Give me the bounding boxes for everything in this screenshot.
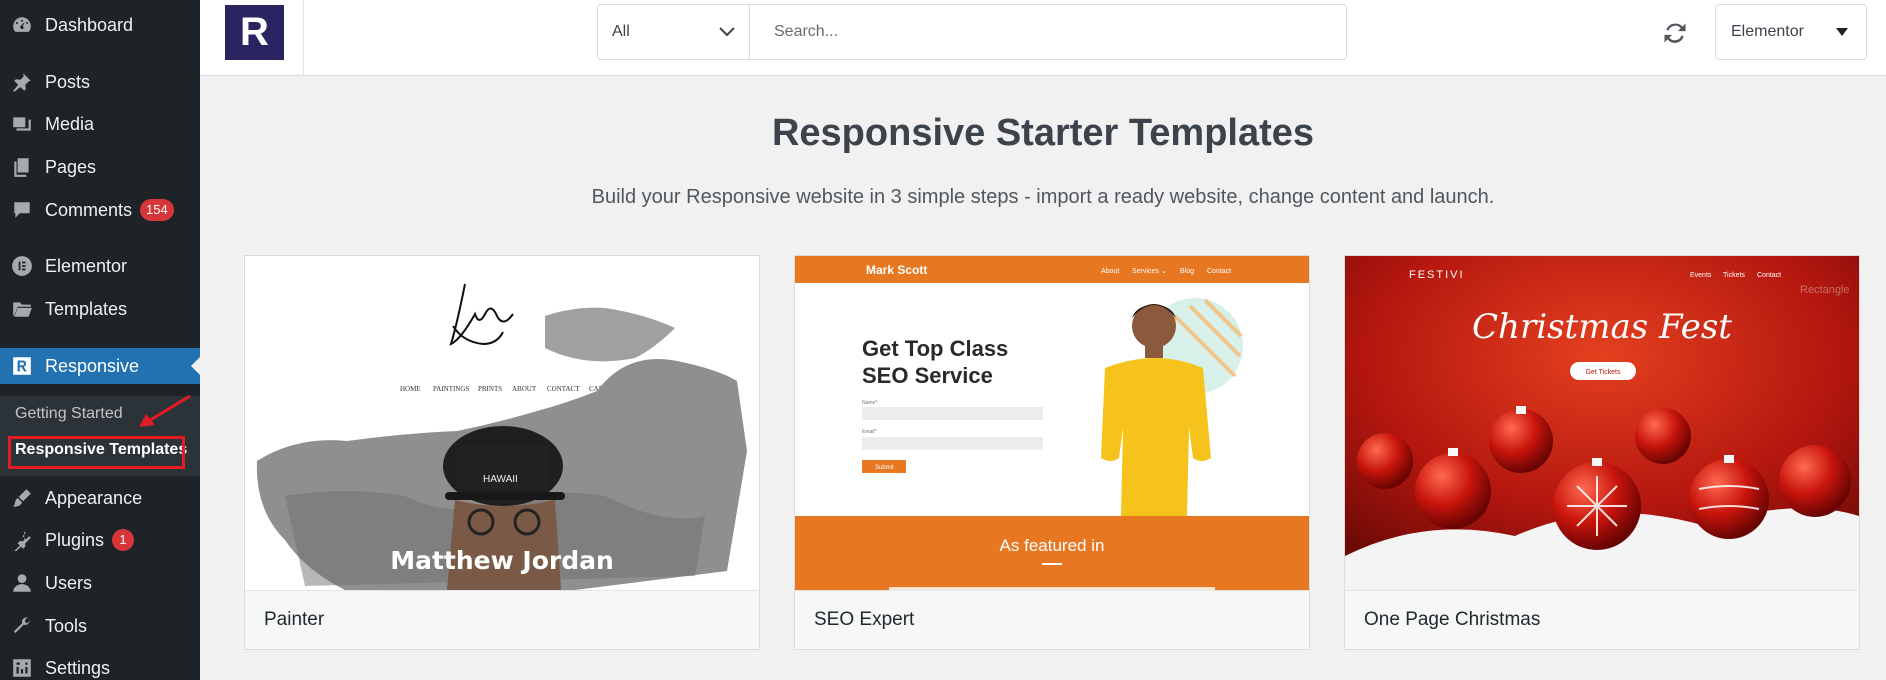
painter-hero-name: Matthew Jordan xyxy=(390,546,614,575)
folder-icon xyxy=(10,297,34,321)
responsive-logo[interactable]: R xyxy=(225,5,284,60)
sidebar-item-pages[interactable]: Pages xyxy=(0,149,200,185)
search-input[interactable] xyxy=(750,5,1346,59)
painter-nav-paintings: PAINTINGS xyxy=(433,385,469,393)
sidebar-item-templates[interactable]: Templates xyxy=(0,291,200,327)
template-name-painter: Painter xyxy=(245,590,759,649)
templates-header: R All Elementor xyxy=(200,0,1886,76)
sync-button[interactable] xyxy=(1660,18,1690,48)
settings-icon xyxy=(10,656,34,680)
painter-nav-about: ABOUT xyxy=(512,385,537,393)
submenu-getting-started[interactable]: Getting Started xyxy=(15,405,123,423)
responsive-icon xyxy=(10,354,34,378)
plug-icon xyxy=(10,528,34,552)
seo-nav-blog: Blog xyxy=(1180,268,1194,275)
sidebar-item-label: Plugins xyxy=(45,529,105,550)
page-builder-select[interactable]: Elementor xyxy=(1715,4,1867,60)
seo-nav-about: About xyxy=(1101,268,1119,275)
sidebar-item-appearance[interactable]: Appearance xyxy=(0,480,200,516)
painter-cap-text: HAWAII xyxy=(483,474,518,485)
comment-icon xyxy=(10,198,34,222)
sidebar-item-posts[interactable]: Posts xyxy=(0,64,200,100)
seo-field-name-label: Name* xyxy=(862,400,877,406)
sidebar-item-label: Appearance xyxy=(45,487,143,508)
brush-icon xyxy=(10,486,34,510)
painter-nav-contact: CONTACT xyxy=(547,385,580,393)
xmas-nav-tickets: Tickets xyxy=(1723,272,1745,279)
template-preview-painter[interactable]: HOME PAINTINGS PRINTS ABOUT CONTACT CART… xyxy=(245,256,759,590)
xmas-brand: FESTIVI xyxy=(1409,269,1465,281)
pin-icon xyxy=(10,70,34,94)
xmas-headline: Christmas Fest xyxy=(1472,307,1732,347)
page-builder-value: Elementor xyxy=(1731,23,1804,40)
sidebar-item-label: Comments xyxy=(45,199,133,220)
plugins-update-badge: 1 xyxy=(112,529,135,551)
sidebar-item-responsive[interactable]: Responsive xyxy=(0,348,200,384)
annotation-highlight-box xyxy=(8,436,185,469)
page-subtitle: Build your Responsive website in 3 simpl… xyxy=(591,186,1495,208)
seo-nav-contact: Contact xyxy=(1207,268,1231,275)
seo-headline-1: Get Top Class xyxy=(862,336,1008,361)
sidebar-item-users[interactable]: Users xyxy=(0,565,200,601)
sidebar-item-label: Posts xyxy=(45,71,91,92)
template-name-one-page-christmas: One Page Christmas xyxy=(1345,590,1859,649)
wrench-icon xyxy=(10,614,34,638)
page-title: Responsive Starter Templates xyxy=(771,112,1315,154)
sidebar-item-label: Pages xyxy=(45,156,97,177)
category-filter-select[interactable]: All xyxy=(598,5,750,59)
seo-submit-button: Submit xyxy=(875,465,894,471)
sidebar-item-label: Elementor xyxy=(45,255,128,276)
sidebar-item-label: Users xyxy=(45,572,93,593)
dashboard-icon xyxy=(10,13,34,37)
user-icon xyxy=(10,571,34,595)
chevron-down-icon xyxy=(719,27,735,37)
painter-nav-home: HOME xyxy=(400,385,421,393)
template-preview-one-page-christmas[interactable]: FESTIVI Events Tickets Contact Rectangle… xyxy=(1345,256,1859,590)
sidebar-item-label: Media xyxy=(45,113,95,134)
media-icon xyxy=(10,112,34,136)
active-indicator xyxy=(191,357,200,375)
template-card-painter[interactable]: HOME PAINTINGS PRINTS ABOUT CONTACT CART… xyxy=(244,255,760,650)
admin-sidebar: Dashboard Posts Media Pages Comments 154… xyxy=(0,0,200,680)
caret-down-icon xyxy=(1836,28,1848,36)
sidebar-item-settings[interactable]: Settings xyxy=(0,650,200,680)
sidebar-item-label: Settings xyxy=(45,657,111,678)
seo-featured-heading: As featured in xyxy=(1000,536,1105,555)
sidebar-item-label: Templates xyxy=(45,298,128,319)
search-bar: All xyxy=(597,4,1347,60)
sidebar-item-dashboard[interactable]: Dashboard xyxy=(0,7,200,43)
elementor-icon xyxy=(10,254,34,278)
template-preview-seo-expert[interactable]: Mark Scott About Services ⌄ Blog Contact… xyxy=(795,256,1309,590)
seo-field-email-label: Email* xyxy=(862,429,877,435)
painter-nav-prints: PRINTS xyxy=(478,385,502,393)
sidebar-item-media[interactable]: Media xyxy=(0,106,200,142)
xmas-nav-contact: Contact xyxy=(1757,272,1781,279)
comments-count-badge: 154 xyxy=(140,199,174,221)
pages-icon xyxy=(10,155,34,179)
sidebar-item-label: Tools xyxy=(45,615,88,636)
sync-icon xyxy=(1664,23,1686,43)
template-card-one-page-christmas[interactable]: FESTIVI Events Tickets Contact Rectangle… xyxy=(1344,255,1860,650)
template-card-seo-expert[interactable]: Mark Scott About Services ⌄ Blog Contact… xyxy=(794,255,1310,650)
sidebar-item-plugins[interactable]: Plugins 1 xyxy=(0,522,200,558)
sidebar-item-label: Dashboard xyxy=(45,14,134,35)
xmas-watermark: Rectangle xyxy=(1800,284,1850,296)
sidebar-item-elementor[interactable]: Elementor xyxy=(0,248,200,284)
seo-nav-services: Services ⌄ xyxy=(1132,268,1167,275)
sidebar-item-tools[interactable]: Tools xyxy=(0,608,200,644)
sidebar-item-label: Responsive xyxy=(45,355,140,376)
template-name-seo-expert: SEO Expert xyxy=(795,590,1309,649)
annotation-arrow-icon xyxy=(139,394,191,427)
xmas-cta-button: Get Tickets xyxy=(1585,369,1621,376)
xmas-nav-events: Events xyxy=(1690,272,1712,279)
header-divider xyxy=(303,0,304,76)
seo-headline-2: SEO Service xyxy=(862,363,993,388)
category-filter-value: All xyxy=(612,23,630,40)
seo-brand: Mark Scott xyxy=(866,263,927,277)
sidebar-item-comments[interactable]: Comments 154 xyxy=(0,192,200,228)
